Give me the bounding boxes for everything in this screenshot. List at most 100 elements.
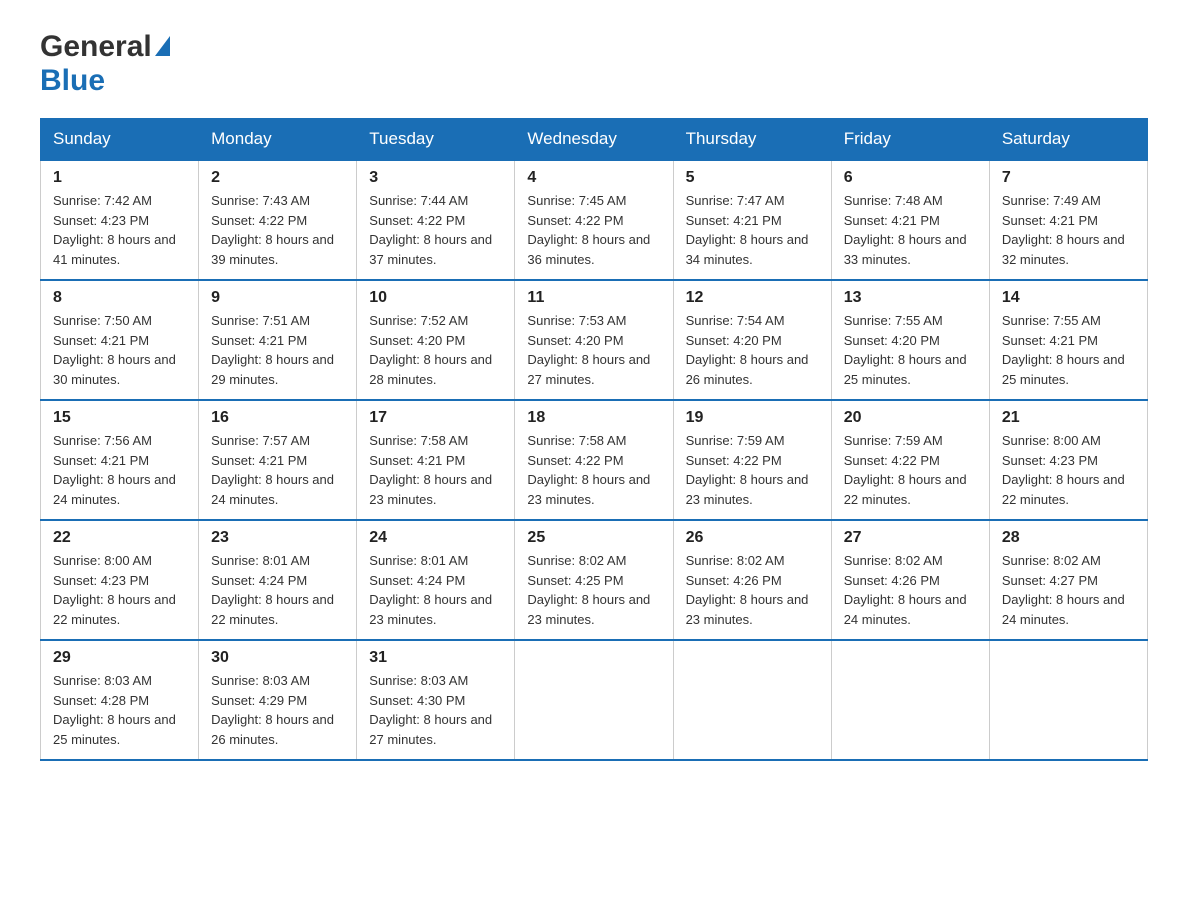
calendar-cell: 13 Sunrise: 7:55 AMSunset: 4:20 PMDaylig…: [831, 280, 989, 400]
calendar-week-row: 22 Sunrise: 8:00 AMSunset: 4:23 PMDaylig…: [41, 520, 1148, 640]
day-info: Sunrise: 8:02 AMSunset: 4:27 PMDaylight:…: [1002, 553, 1125, 627]
day-number: 19: [686, 409, 819, 427]
calendar-cell: 16 Sunrise: 7:57 AMSunset: 4:21 PMDaylig…: [199, 400, 357, 520]
logo-triangle-icon: [155, 36, 170, 56]
day-number: 29: [53, 649, 186, 667]
calendar-cell: 10 Sunrise: 7:52 AMSunset: 4:20 PMDaylig…: [357, 280, 515, 400]
day-info: Sunrise: 8:03 AMSunset: 4:30 PMDaylight:…: [369, 673, 492, 747]
day-number: 20: [844, 409, 977, 427]
day-info: Sunrise: 7:57 AMSunset: 4:21 PMDaylight:…: [211, 433, 334, 507]
day-info: Sunrise: 7:43 AMSunset: 4:22 PMDaylight:…: [211, 193, 334, 267]
day-info: Sunrise: 7:49 AMSunset: 4:21 PMDaylight:…: [1002, 193, 1125, 267]
day-info: Sunrise: 7:56 AMSunset: 4:21 PMDaylight:…: [53, 433, 176, 507]
calendar-cell: 28 Sunrise: 8:02 AMSunset: 4:27 PMDaylig…: [989, 520, 1147, 640]
calendar-cell: 22 Sunrise: 8:00 AMSunset: 4:23 PMDaylig…: [41, 520, 199, 640]
day-info: Sunrise: 7:44 AMSunset: 4:22 PMDaylight:…: [369, 193, 492, 267]
day-number: 17: [369, 409, 502, 427]
day-number: 13: [844, 289, 977, 307]
calendar-header-saturday: Saturday: [989, 119, 1147, 161]
calendar-cell: 4 Sunrise: 7:45 AMSunset: 4:22 PMDayligh…: [515, 160, 673, 280]
day-info: Sunrise: 7:45 AMSunset: 4:22 PMDaylight:…: [527, 193, 650, 267]
calendar-cell: 19 Sunrise: 7:59 AMSunset: 4:22 PMDaylig…: [673, 400, 831, 520]
calendar-header-monday: Monday: [199, 119, 357, 161]
day-info: Sunrise: 7:47 AMSunset: 4:21 PMDaylight:…: [686, 193, 809, 267]
day-number: 4: [527, 169, 660, 187]
calendar-cell: 11 Sunrise: 7:53 AMSunset: 4:20 PMDaylig…: [515, 280, 673, 400]
day-number: 2: [211, 169, 344, 187]
calendar-cell: 2 Sunrise: 7:43 AMSunset: 4:22 PMDayligh…: [199, 160, 357, 280]
day-number: 23: [211, 529, 344, 547]
calendar-cell: 30 Sunrise: 8:03 AMSunset: 4:29 PMDaylig…: [199, 640, 357, 760]
calendar-cell: 15 Sunrise: 7:56 AMSunset: 4:21 PMDaylig…: [41, 400, 199, 520]
calendar-cell: 12 Sunrise: 7:54 AMSunset: 4:20 PMDaylig…: [673, 280, 831, 400]
day-info: Sunrise: 7:48 AMSunset: 4:21 PMDaylight:…: [844, 193, 967, 267]
calendar-cell: 24 Sunrise: 8:01 AMSunset: 4:24 PMDaylig…: [357, 520, 515, 640]
calendar-header-tuesday: Tuesday: [357, 119, 515, 161]
calendar-cell: 21 Sunrise: 8:00 AMSunset: 4:23 PMDaylig…: [989, 400, 1147, 520]
day-number: 8: [53, 289, 186, 307]
day-info: Sunrise: 7:54 AMSunset: 4:20 PMDaylight:…: [686, 313, 809, 387]
day-info: Sunrise: 8:01 AMSunset: 4:24 PMDaylight:…: [369, 553, 492, 627]
day-number: 7: [1002, 169, 1135, 187]
logo-blue-text: Blue: [40, 64, 105, 97]
calendar-cell: 14 Sunrise: 7:55 AMSunset: 4:21 PMDaylig…: [989, 280, 1147, 400]
logo: General Blue: [40, 30, 170, 98]
day-number: 21: [1002, 409, 1135, 427]
calendar-week-row: 15 Sunrise: 7:56 AMSunset: 4:21 PMDaylig…: [41, 400, 1148, 520]
calendar-header-row: SundayMondayTuesdayWednesdayThursdayFrid…: [41, 119, 1148, 161]
day-info: Sunrise: 8:00 AMSunset: 4:23 PMDaylight:…: [53, 553, 176, 627]
calendar-cell: 6 Sunrise: 7:48 AMSunset: 4:21 PMDayligh…: [831, 160, 989, 280]
calendar-cell: 7 Sunrise: 7:49 AMSunset: 4:21 PMDayligh…: [989, 160, 1147, 280]
day-number: 22: [53, 529, 186, 547]
day-info: Sunrise: 7:58 AMSunset: 4:21 PMDaylight:…: [369, 433, 492, 507]
day-info: Sunrise: 7:55 AMSunset: 4:20 PMDaylight:…: [844, 313, 967, 387]
calendar-week-row: 8 Sunrise: 7:50 AMSunset: 4:21 PMDayligh…: [41, 280, 1148, 400]
day-info: Sunrise: 7:59 AMSunset: 4:22 PMDaylight:…: [844, 433, 967, 507]
day-info: Sunrise: 8:02 AMSunset: 4:26 PMDaylight:…: [686, 553, 809, 627]
day-info: Sunrise: 7:50 AMSunset: 4:21 PMDaylight:…: [53, 313, 176, 387]
day-info: Sunrise: 7:51 AMSunset: 4:21 PMDaylight:…: [211, 313, 334, 387]
calendar-cell: [673, 640, 831, 760]
calendar-header-sunday: Sunday: [41, 119, 199, 161]
calendar-cell: 29 Sunrise: 8:03 AMSunset: 4:28 PMDaylig…: [41, 640, 199, 760]
logo-general-text: General: [40, 30, 152, 64]
day-info: Sunrise: 8:03 AMSunset: 4:29 PMDaylight:…: [211, 673, 334, 747]
day-number: 31: [369, 649, 502, 667]
calendar-cell: 5 Sunrise: 7:47 AMSunset: 4:21 PMDayligh…: [673, 160, 831, 280]
day-number: 27: [844, 529, 977, 547]
day-info: Sunrise: 7:59 AMSunset: 4:22 PMDaylight:…: [686, 433, 809, 507]
day-info: Sunrise: 7:52 AMSunset: 4:20 PMDaylight:…: [369, 313, 492, 387]
day-number: 9: [211, 289, 344, 307]
calendar-table: SundayMondayTuesdayWednesdayThursdayFrid…: [40, 118, 1148, 761]
day-number: 15: [53, 409, 186, 427]
day-info: Sunrise: 7:53 AMSunset: 4:20 PMDaylight:…: [527, 313, 650, 387]
calendar-cell: [515, 640, 673, 760]
calendar-week-row: 1 Sunrise: 7:42 AMSunset: 4:23 PMDayligh…: [41, 160, 1148, 280]
calendar-cell: 27 Sunrise: 8:02 AMSunset: 4:26 PMDaylig…: [831, 520, 989, 640]
day-info: Sunrise: 7:58 AMSunset: 4:22 PMDaylight:…: [527, 433, 650, 507]
calendar-cell: 17 Sunrise: 7:58 AMSunset: 4:21 PMDaylig…: [357, 400, 515, 520]
day-number: 25: [527, 529, 660, 547]
calendar-cell: 23 Sunrise: 8:01 AMSunset: 4:24 PMDaylig…: [199, 520, 357, 640]
calendar-cell: 31 Sunrise: 8:03 AMSunset: 4:30 PMDaylig…: [357, 640, 515, 760]
calendar-cell: 26 Sunrise: 8:02 AMSunset: 4:26 PMDaylig…: [673, 520, 831, 640]
day-info: Sunrise: 8:03 AMSunset: 4:28 PMDaylight:…: [53, 673, 176, 747]
calendar-cell: 18 Sunrise: 7:58 AMSunset: 4:22 PMDaylig…: [515, 400, 673, 520]
day-info: Sunrise: 8:02 AMSunset: 4:26 PMDaylight:…: [844, 553, 967, 627]
day-number: 6: [844, 169, 977, 187]
calendar-cell: 3 Sunrise: 7:44 AMSunset: 4:22 PMDayligh…: [357, 160, 515, 280]
day-number: 16: [211, 409, 344, 427]
calendar-cell: 25 Sunrise: 8:02 AMSunset: 4:25 PMDaylig…: [515, 520, 673, 640]
day-number: 5: [686, 169, 819, 187]
day-number: 26: [686, 529, 819, 547]
day-number: 1: [53, 169, 186, 187]
calendar-cell: [989, 640, 1147, 760]
day-number: 3: [369, 169, 502, 187]
day-info: Sunrise: 8:00 AMSunset: 4:23 PMDaylight:…: [1002, 433, 1125, 507]
calendar-header-wednesday: Wednesday: [515, 119, 673, 161]
day-number: 12: [686, 289, 819, 307]
calendar-cell: 8 Sunrise: 7:50 AMSunset: 4:21 PMDayligh…: [41, 280, 199, 400]
day-info: Sunrise: 7:55 AMSunset: 4:21 PMDaylight:…: [1002, 313, 1125, 387]
page-header: General Blue: [40, 30, 1148, 98]
day-info: Sunrise: 7:42 AMSunset: 4:23 PMDaylight:…: [53, 193, 176, 267]
